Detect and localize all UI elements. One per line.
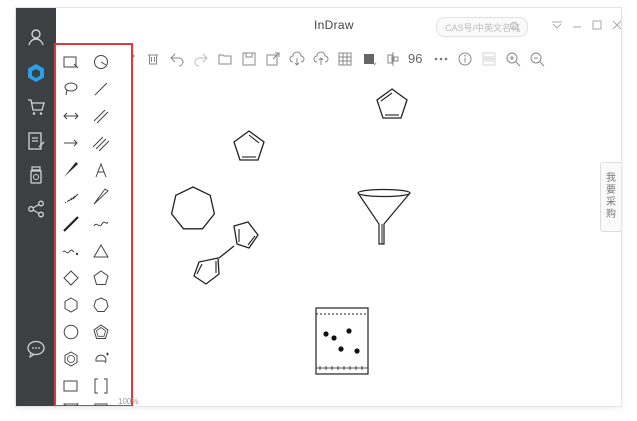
cyclobutane-ring-icon[interactable] <box>60 267 82 289</box>
font-size-value[interactable]: 96 <box>408 51 422 66</box>
dropdown-menu-icon[interactable] <box>550 18 564 32</box>
redo-icon[interactable] <box>192 50 210 68</box>
save-icon[interactable] <box>240 50 258 68</box>
double-bond-icon[interactable] <box>90 105 112 127</box>
zoom-out-icon[interactable] <box>528 50 546 68</box>
buy-char: 购 <box>606 209 616 220</box>
chat-bubble-icon[interactable] <box>21 336 51 362</box>
funnel-glassware[interactable] <box>356 188 412 246</box>
more-icon[interactable] <box>432 50 450 68</box>
lasso-select-icon[interactable] <box>90 51 112 73</box>
purchase-side-tab[interactable]: 我 要 采 购 <box>600 162 621 232</box>
cloud-download-icon[interactable] <box>288 50 306 68</box>
funnel-template-icon[interactable] <box>60 399 82 406</box>
aromatic-ring-icon[interactable] <box>60 348 82 370</box>
app-title: InDraw <box>314 18 354 32</box>
hashed-wedge-icon[interactable] <box>60 186 82 208</box>
search-box[interactable]: CAS号/中英文名称 <box>436 17 528 37</box>
arrow-icon[interactable] <box>60 132 82 154</box>
trash-icon[interactable] <box>144 50 162 68</box>
zoom-in-icon[interactable] <box>504 50 522 68</box>
text-icon[interactable] <box>90 159 112 181</box>
lasso-icon[interactable] <box>60 78 82 100</box>
fill-color-icon[interactable] <box>360 50 378 68</box>
user-icon[interactable] <box>21 24 51 50</box>
single-bond-icon[interactable] <box>90 78 112 100</box>
hollow-wedge-icon[interactable] <box>90 186 112 208</box>
electron-charge-icon[interactable] <box>90 348 112 370</box>
export-icon[interactable] <box>264 50 282 68</box>
title-bar: InDraw CAS号/中英文名称 <box>56 8 621 42</box>
drawing-tool-palette <box>54 43 133 406</box>
brackets-icon[interactable] <box>90 375 112 397</box>
shopping-cart-icon[interactable] <box>21 94 51 120</box>
benzene-ring-icon[interactable] <box>90 321 112 343</box>
cloud-upload-icon[interactable] <box>312 50 330 68</box>
triangle-ring-icon[interactable] <box>90 240 112 262</box>
align-icon[interactable] <box>384 50 402 68</box>
buy-char: 要 <box>606 185 616 196</box>
molecule-draw-icon[interactable] <box>21 60 51 86</box>
maximize-icon[interactable] <box>590 18 604 32</box>
undo-icon[interactable] <box>168 50 186 68</box>
app-window: InDraw CAS号/中英文名称 96 100% 我 要 采 购 <box>16 8 621 406</box>
cyclopentadiene-structure[interactable] <box>374 86 410 122</box>
drawing-canvas[interactable] <box>130 74 621 406</box>
wavy-bond-icon[interactable] <box>90 213 112 235</box>
main-toolbar: 96 <box>120 46 621 72</box>
cyclopentane-ring-icon[interactable] <box>90 267 112 289</box>
select-rectangle-icon[interactable] <box>60 51 82 73</box>
buy-char: 我 <box>606 173 616 184</box>
info-icon[interactable] <box>456 50 474 68</box>
triple-bond-icon[interactable] <box>90 132 112 154</box>
template-grid-icon[interactable] <box>90 399 112 406</box>
equilibrium-icon[interactable] <box>60 105 82 127</box>
cyclooctane-ring-icon[interactable] <box>60 321 82 343</box>
chain-icon[interactable] <box>60 240 82 262</box>
rectangle-shape-icon[interactable] <box>60 375 82 397</box>
share-nodes-icon[interactable] <box>21 196 51 222</box>
open-folder-icon[interactable] <box>216 50 234 68</box>
grid-icon[interactable] <box>336 50 354 68</box>
minimize-icon[interactable] <box>570 18 584 32</box>
close-icon[interactable] <box>610 18 621 32</box>
search-icon[interactable] <box>509 21 521 33</box>
nmr-ms-icon[interactable] <box>480 50 498 68</box>
sidebar <box>16 8 56 406</box>
wedge-bond-icon[interactable] <box>60 159 82 181</box>
cyclopentadiene-structure[interactable] <box>231 128 267 164</box>
bold-bond-icon[interactable] <box>60 213 82 235</box>
cyclohexane-ring-icon[interactable] <box>60 294 82 316</box>
bicyclopentadienyl-structure[interactable] <box>182 218 266 290</box>
chemical-bottle-icon[interactable] <box>21 162 51 188</box>
buy-char: 采 <box>606 197 616 208</box>
document-edit-icon[interactable] <box>21 128 51 154</box>
zoom-level: 100% <box>118 397 139 406</box>
cycloheptane-ring-icon[interactable] <box>90 294 112 316</box>
beaker-with-particles[interactable] <box>314 306 370 376</box>
